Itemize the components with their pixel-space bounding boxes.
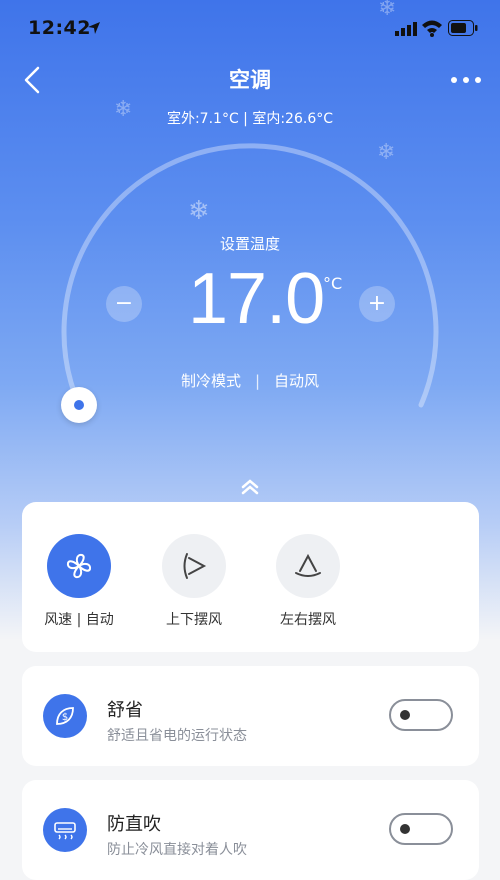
svg-text:$: $ <box>62 712 68 723</box>
anti-direct-blow-description: 防止冷风直接对着人吹 <box>107 842 247 858</box>
eco-mode-toggle[interactable] <box>389 699 453 731</box>
toggle-knob <box>400 710 410 720</box>
eco-mode-title: 舒省 <box>107 700 143 721</box>
horizontal-swing-label: 左右摆风 <box>280 612 336 628</box>
horizontal-swing-circle <box>276 534 340 598</box>
toggle-knob <box>400 824 410 834</box>
decrease-temperature-button[interactable]: − <box>106 286 142 322</box>
eco-leaf-icon: $ <box>56 707 74 725</box>
set-temperature-label: 设置温度 <box>219 235 280 253</box>
temperature-unit: °C <box>323 274 343 293</box>
horizontal-swing-control[interactable]: 左右摆风 <box>263 534 353 629</box>
fan-mode-label[interactable]: 自动风 <box>274 370 319 391</box>
mode-label[interactable]: 制冷模式 <box>181 370 241 391</box>
fan-speed-label: 风速 | 自动 <box>44 612 114 628</box>
eco-mode-description: 舒适且省电的运行状态 <box>107 728 247 744</box>
dial-handle[interactable] <box>61 387 97 423</box>
fan-icon <box>66 553 92 579</box>
mode-separator: | <box>254 372 261 390</box>
fan-speed-circle <box>47 534 111 598</box>
anti-direct-blow-toggle[interactable] <box>389 813 453 845</box>
vertical-swing-icon <box>183 553 207 579</box>
chevron-double-up-icon[interactable] <box>238 478 262 496</box>
vertical-swing-control[interactable]: 上下摆风 <box>149 534 239 629</box>
increase-temperature-button[interactable]: + <box>359 286 395 322</box>
fan-speed-control[interactable]: 风速 | 自动 <box>34 534 124 629</box>
vertical-swing-label: 上下摆风 <box>166 612 222 628</box>
eco-icon-circle: $ <box>43 694 87 738</box>
control-card: 风速 | 自动 上下摆风 左右摆风 <box>22 502 479 652</box>
horizontal-swing-icon <box>295 553 321 577</box>
anti-direct-blow-icon-circle <box>43 808 87 852</box>
eco-mode-card: $ 舒省 舒适且省电的运行状态 <box>22 666 479 766</box>
vertical-swing-circle <box>162 534 226 598</box>
temperature-value: 17.0 <box>188 259 325 339</box>
anti-direct-blow-title: 防直吹 <box>107 814 161 835</box>
ac-unit-icon <box>54 822 76 840</box>
anti-direct-blow-card: 防直吹 防止冷风直接对着人吹 <box>22 780 479 880</box>
